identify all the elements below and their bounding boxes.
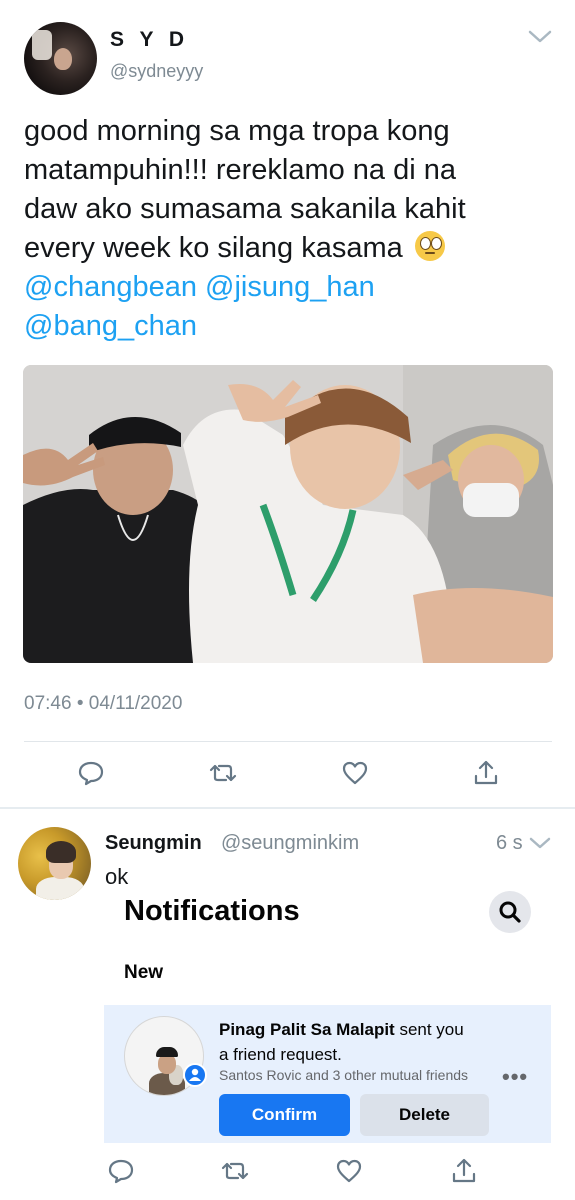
chevron-down-icon[interactable] <box>528 834 552 852</box>
tweet-text: good morning sa mga tropa kong matampuhi… <box>24 112 554 346</box>
fb-notifications-title: Notifications <box>124 895 300 927</box>
search-icon <box>499 901 521 923</box>
tweet-text-line-with-emoji: every week ko silang kasama <box>24 229 554 268</box>
fb-message-text: a friend request. <box>219 1045 342 1064</box>
fb-section-new: New <box>124 962 164 983</box>
more-options-icon[interactable]: ••• <box>502 1064 528 1090</box>
fb-request-message: Pinag Palit Sa Malapit sent you a friend… <box>219 1017 499 1067</box>
divider <box>24 741 552 742</box>
fb-mutual-friends: Santos Rovic and 3 other mutual friends <box>219 1067 469 1083</box>
like-icon[interactable] <box>340 758 370 788</box>
reply-text: ok <box>105 864 129 889</box>
tweet-text-line: daw ako sumasama sakanila kahit <box>24 193 466 225</box>
friend-request-badge-icon <box>183 1063 207 1087</box>
reply-author-name[interactable]: Seungmin <box>105 832 202 855</box>
retweet-icon[interactable] <box>208 758 238 788</box>
author-display-name[interactable]: S Y D <box>110 28 189 52</box>
tweet-timestamp[interactable]: 07:46 • 04/11/2020 <box>24 693 182 715</box>
eye-roll-emoji-icon <box>414 231 445 261</box>
tweet-photo[interactable] <box>23 365 553 663</box>
mentions-line[interactable]: @bang_chan <box>24 307 554 346</box>
tweet-text-line: good morning sa mga tropa kong <box>24 115 450 147</box>
fb-message-text: sent you <box>394 1020 464 1039</box>
author-handle[interactable]: @sydneyyy <box>110 61 203 82</box>
share-icon[interactable] <box>449 1156 479 1186</box>
fb-search-button[interactable] <box>489 891 531 933</box>
tweet-text-line: every week ko silang kasama <box>24 232 403 264</box>
author-avatar[interactable] <box>24 22 97 95</box>
reply-author-handle[interactable]: @seungminkim <box>221 832 359 855</box>
chevron-down-icon[interactable] <box>526 26 554 46</box>
selfie-photo-illustration <box>23 365 553 663</box>
tweet-action-bar <box>0 758 575 792</box>
reply-icon[interactable] <box>106 1156 136 1186</box>
share-icon[interactable] <box>471 758 501 788</box>
tweet-text-line: matampuhin!!! rereklamo na di na <box>24 154 456 186</box>
delete-button[interactable]: Delete <box>360 1094 489 1136</box>
reply-icon[interactable] <box>76 758 106 788</box>
reply-action-bar <box>0 1156 575 1190</box>
retweet-icon[interactable] <box>220 1156 250 1186</box>
fb-requester-name[interactable]: Pinag Palit Sa Malapit <box>219 1020 395 1039</box>
like-icon[interactable] <box>334 1156 364 1186</box>
reply-author-avatar[interactable] <box>18 827 91 900</box>
confirm-button[interactable]: Confirm <box>219 1094 350 1136</box>
reply-time[interactable]: 6 s <box>496 832 523 855</box>
tweet-separator <box>0 807 575 809</box>
mentions-line[interactable]: @changbean @jisung_han <box>24 268 554 307</box>
